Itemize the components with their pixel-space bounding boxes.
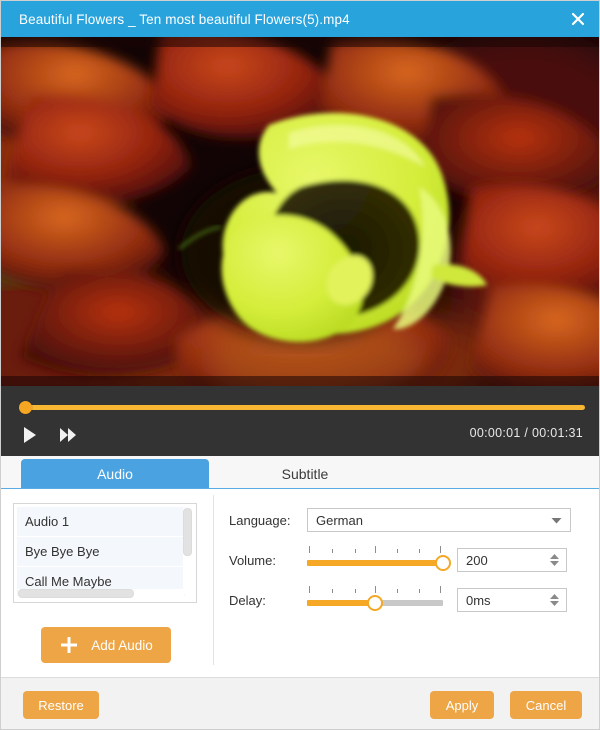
close-button[interactable] — [555, 1, 599, 37]
language-label: Language: — [229, 512, 291, 528]
language-row: Language: German — [229, 503, 587, 537]
list-horizontal-scrollbar[interactable] — [18, 589, 184, 598]
transport-controls — [17, 424, 81, 446]
tab-bar: Audio Subtitle — [1, 456, 599, 489]
audio-track-list-inner: Audio 1 Bye Bye Bye Call Me Maybe — [17, 507, 185, 597]
seek-track[interactable] — [19, 405, 585, 410]
plus-icon — [61, 637, 78, 653]
tab-audio[interactable]: Audio — [21, 459, 209, 489]
list-horizontal-scrollbar-thumb[interactable] — [18, 589, 134, 598]
tab-subtitle[interactable]: Subtitle — [211, 459, 399, 489]
title-bar: Beautiful Flowers _ Ten most beautiful F… — [1, 1, 599, 37]
spinner-arrows-icon[interactable] — [550, 554, 559, 566]
player-controls: 00:00:01 / 00:01:31 — [1, 386, 599, 456]
language-value: German — [316, 512, 363, 528]
delay-label: Delay: — [229, 592, 266, 608]
audio-track-list[interactable]: Audio 1 Bye Bye Bye Call Me Maybe — [13, 503, 197, 603]
delay-row: Delay: 0ms — [229, 583, 587, 617]
list-vertical-scrollbar-thumb[interactable] — [183, 508, 192, 556]
audio-settings-form: Language: German Volume: 200 Delay: 0ms — [229, 503, 587, 623]
panel-divider — [213, 495, 214, 665]
add-audio-button[interactable]: Add Audio — [41, 627, 171, 663]
volume-slider-fill — [307, 560, 443, 566]
volume-row: Volume: 200 — [229, 543, 587, 577]
volume-label: Volume: — [229, 552, 276, 568]
list-item[interactable]: Audio 1 — [17, 507, 185, 537]
delay-value: 0ms — [466, 592, 491, 608]
delay-input[interactable]: 0ms — [457, 588, 567, 612]
volume-slider-ticks — [307, 545, 443, 555]
seek-thumb[interactable] — [19, 401, 32, 414]
volume-value: 200 — [466, 552, 488, 568]
volume-slider-thumb[interactable] — [435, 555, 451, 571]
window-title: Beautiful Flowers _ Ten most beautiful F… — [19, 11, 350, 27]
restore-button[interactable]: Restore — [23, 691, 99, 719]
apply-button[interactable]: Apply — [430, 691, 494, 719]
video-frame-image — [1, 37, 599, 386]
delay-slider-fill — [307, 600, 375, 606]
list-vertical-scrollbar[interactable] — [183, 508, 192, 594]
volume-slider[interactable] — [307, 545, 451, 575]
cancel-button[interactable]: Cancel — [510, 691, 582, 719]
delay-slider-ticks — [307, 585, 443, 595]
seek-bar[interactable] — [19, 400, 585, 414]
close-icon — [571, 12, 585, 26]
audio-settings-dialog: Beautiful Flowers _ Ten most beautiful F… — [0, 0, 600, 730]
video-preview[interactable] — [1, 37, 599, 386]
fast-forward-button[interactable] — [55, 424, 81, 446]
time-display: 00:00:01 / 00:01:31 — [469, 426, 583, 440]
list-item[interactable]: Bye Bye Bye — [17, 537, 185, 567]
volume-input[interactable]: 200 — [457, 548, 567, 572]
play-icon — [24, 427, 36, 443]
delay-slider[interactable] — [307, 585, 443, 615]
fast-forward-icon — [60, 428, 76, 442]
add-audio-label: Add Audio — [91, 637, 153, 653]
delay-slider-thumb[interactable] — [367, 595, 383, 611]
language-select[interactable]: German — [307, 508, 571, 532]
spinner-arrows-icon[interactable] — [550, 594, 559, 606]
play-button[interactable] — [17, 424, 43, 446]
chevron-down-icon — [551, 511, 562, 529]
